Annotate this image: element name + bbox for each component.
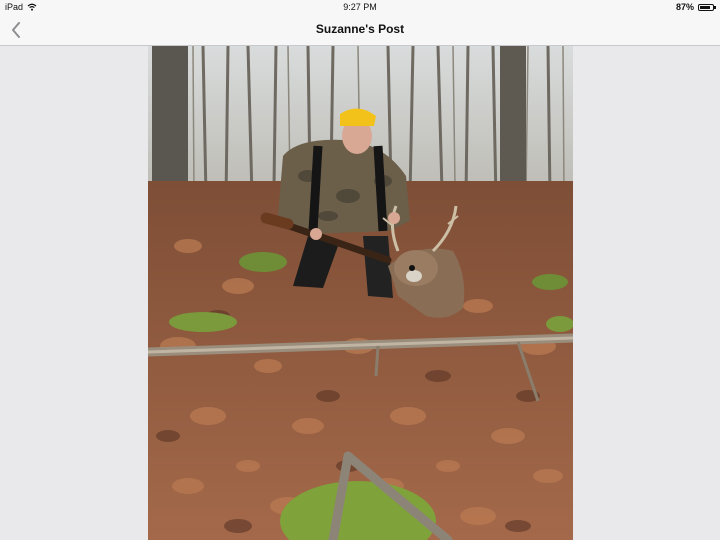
battery-icon [698,3,716,11]
post-photo[interactable] [148,46,573,540]
hunting-scene-image [148,46,573,540]
status-right: 87% [675,2,716,12]
navigation-bar: Suzanne's Post [0,14,720,46]
battery-percent: 87% [675,2,694,12]
page-title: Suzanne's Post [315,22,405,36]
status-bar: iPad 9:27 PM 87% [0,0,720,14]
clock: 9:27 PM [343,2,377,12]
